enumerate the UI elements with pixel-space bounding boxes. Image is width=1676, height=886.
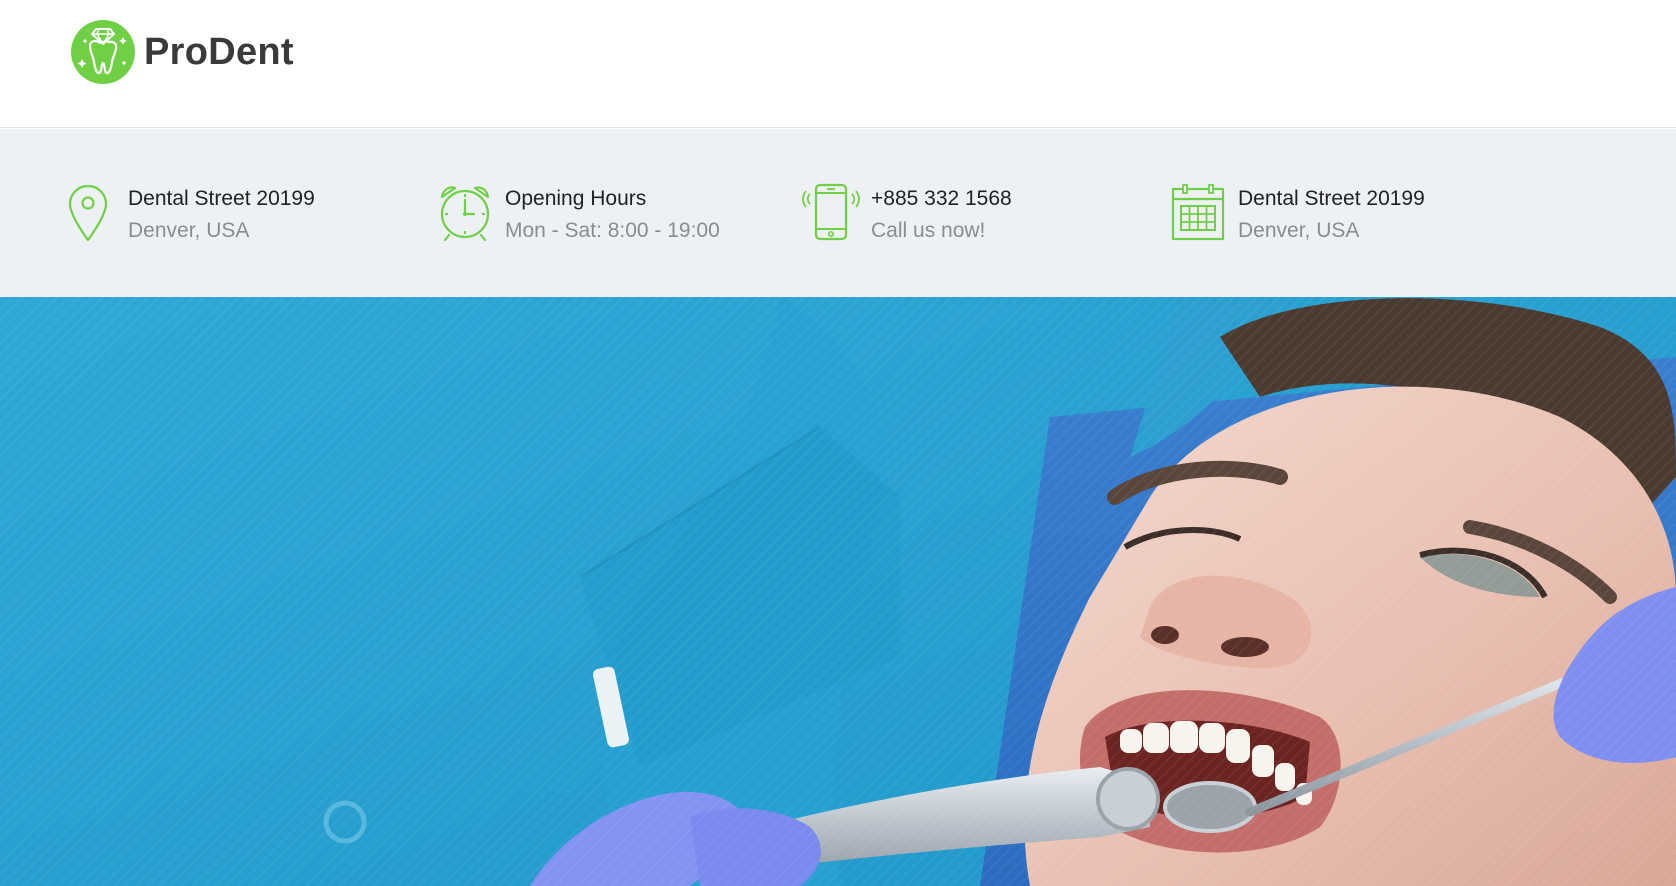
info-item-location: Dental Street 20199 Denver, USA <box>1168 182 1425 244</box>
dental-patient-photo <box>0 297 1676 886</box>
contact-info-bar: Dental Street 20199 Denver, USA Opening … <box>0 129 1676 297</box>
brand-logo[interactable]: ProDent <box>70 19 294 85</box>
mobile-phone-icon <box>802 183 860 241</box>
hours-value: Mon - Sat: 8:00 - 19:00 <box>505 219 720 242</box>
hours-title: Opening Hours <box>505 187 647 210</box>
info-item-address: Dental Street 20199 Denver, USA <box>58 182 315 244</box>
info-item-phone[interactable]: +885 332 1568 Call us now! <box>801 182 1012 244</box>
hero-banner <box>0 297 1676 886</box>
address-line: Dental Street 20199 <box>128 187 315 210</box>
info-item-hours: Opening Hours Mon - Sat: 8:00 - 19:00 <box>435 182 720 244</box>
location-city: Denver, USA <box>1238 219 1360 242</box>
address-city: Denver, USA <box>128 219 250 242</box>
location-line: Dental Street 20199 <box>1238 187 1425 210</box>
tooth-diamond-icon <box>71 20 135 84</box>
alarm-clock-icon <box>440 186 490 242</box>
phone-number[interactable]: +885 332 1568 <box>871 186 1012 212</box>
map-pin-icon <box>68 184 108 242</box>
brand-name: ProDent <box>144 30 294 73</box>
site-header: ProDent <box>0 0 1676 128</box>
calendar-icon <box>1171 184 1225 241</box>
phone-call-prompt: Call us now! <box>871 219 986 242</box>
